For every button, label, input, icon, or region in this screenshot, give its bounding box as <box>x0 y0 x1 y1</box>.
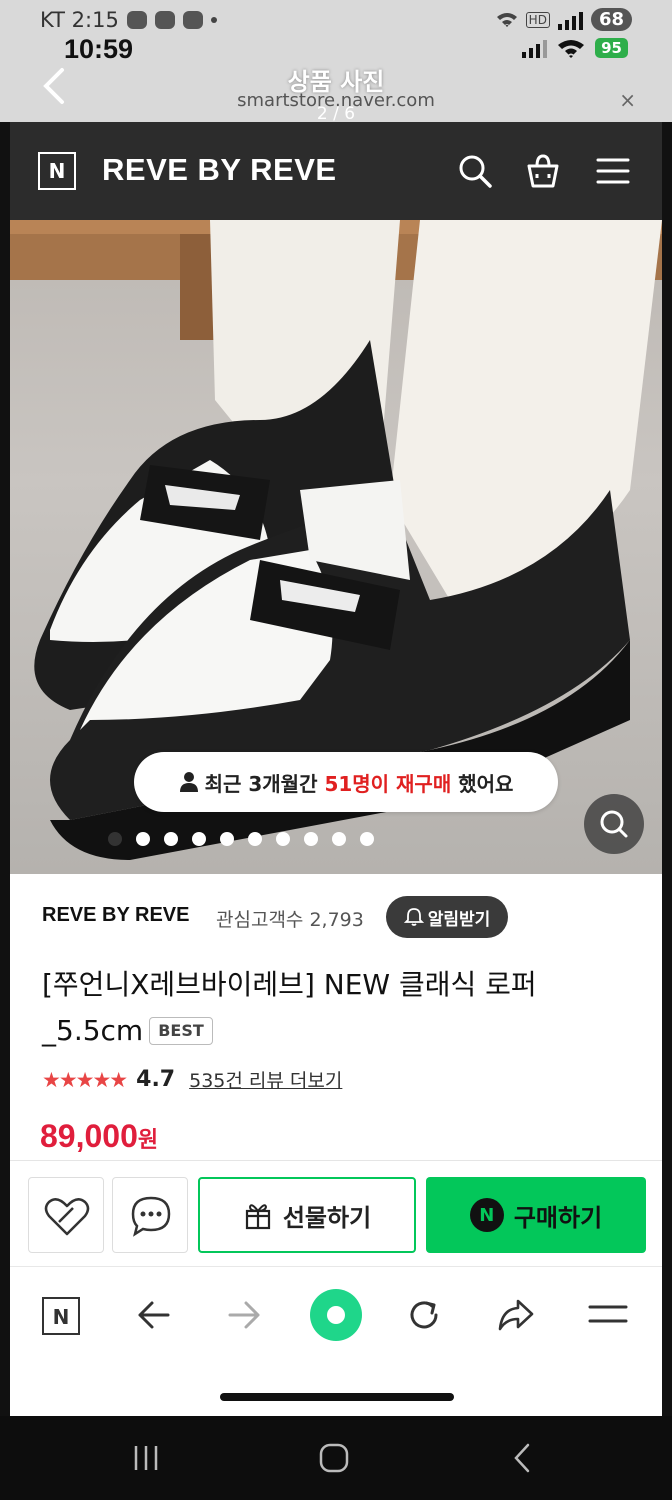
hd-icon: HD <box>525 11 550 28</box>
more-dot-icon <box>210 17 217 23</box>
alarm-button[interactable]: 알림받기 <box>386 896 508 938</box>
outer-carrier-time: KT 2:15 <box>40 8 119 32</box>
viewer-counter: 2 / 6 <box>316 104 356 124</box>
android-back-icon[interactable] <box>504 1440 540 1476</box>
buy-button[interactable]: N 구매하기 <box>426 1177 646 1253</box>
heart-icon <box>44 1198 90 1236</box>
pagination-dot[interactable] <box>304 832 318 846</box>
viewer-title: 상품 사진 <box>287 68 385 96</box>
rating-score: 4.7 <box>136 1067 176 1092</box>
repurchase-highlight: 51명이 재구매 <box>324 771 452 796</box>
pagination-dot[interactable] <box>192 832 206 846</box>
menu-icon[interactable] <box>594 152 632 190</box>
gift-label: 선물하기 <box>282 1203 372 1232</box>
viewer-top-bar: KT 2:15 HD 68 10:59 95 smartstore.naver.… <box>0 0 672 124</box>
pagination-dot[interactable] <box>108 832 122 846</box>
product-price: 89,000원 <box>40 1118 158 1155</box>
zoom-search-icon <box>600 810 628 838</box>
favorite-count: 관심고객수 2,793 <box>216 909 364 931</box>
person-icon <box>179 772 198 792</box>
price-currency: 원 <box>137 1127 159 1152</box>
inner-status-right: 95 <box>522 38 628 58</box>
talk-notification-icon <box>126 11 147 29</box>
pagination-dot[interactable] <box>248 832 262 846</box>
store-header: N REVE BY REVE <box>10 122 662 220</box>
gift-icon <box>245 1204 270 1230</box>
pagination-dot[interactable] <box>136 832 150 846</box>
refresh-icon[interactable] <box>404 1295 444 1335</box>
product-info: REVE BY REVE 관심고객수 2,793 알림받기 [쭈언니X레브바이레… <box>10 874 662 1160</box>
alarm-label: 알림받기 <box>427 909 491 930</box>
wifi-icon <box>496 12 517 27</box>
product-brand[interactable]: REVE BY REVE <box>42 904 189 927</box>
shield-icon <box>182 11 203 29</box>
repurchase-suffix: 했어요 <box>451 771 514 796</box>
reviews-link[interactable]: 535건 리뷰 더보기 <box>189 1066 342 1093</box>
home-indicator[interactable] <box>220 1393 454 1401</box>
buy-label: 구매하기 <box>513 1203 603 1232</box>
bell-plus-icon <box>403 908 424 926</box>
browser-toolbar: N <box>10 1266 662 1416</box>
green-dot-home-icon[interactable] <box>308 1287 364 1343</box>
forward-arrow-icon[interactable] <box>224 1295 264 1335</box>
outer-signal-icon <box>557 10 583 30</box>
rating-stars: ★★★★★ <box>42 1067 128 1092</box>
inner-battery-badge: 95 <box>595 38 628 58</box>
pagination-dot[interactable] <box>360 832 374 846</box>
wishlist-button[interactable] <box>28 1177 104 1253</box>
purchase-action-bar: 선물하기 N 구매하기 <box>10 1160 662 1266</box>
browser-menu-icon[interactable] <box>588 1295 628 1335</box>
gift-button[interactable]: 선물하기 <box>198 1177 416 1253</box>
outer-status-bar: KT 2:15 <box>40 8 217 32</box>
pagination-dot[interactable] <box>164 832 178 846</box>
image-pagination-dots[interactable] <box>10 832 662 846</box>
naver-logo[interactable]: N <box>38 152 76 190</box>
inner-signal-icon <box>522 38 548 58</box>
pagination-dot[interactable] <box>332 832 346 846</box>
product-title-text: [쭈언니X레브바이레브] NEW 클래식 로퍼 _5.5cm <box>42 968 537 1047</box>
screen: KT 2:15 HD 68 10:59 95 smartstore.naver.… <box>0 0 672 1500</box>
naver-home-icon[interactable]: N <box>42 1297 80 1335</box>
home-icon[interactable] <box>316 1440 352 1476</box>
store-brand-name[interactable]: REVE BY REVE <box>102 152 337 188</box>
share-icon[interactable] <box>496 1295 536 1335</box>
inner-time: 10:59 <box>64 34 134 64</box>
repurchase-badge: 최근 3개월간 51명이 재구매 했어요 <box>134 752 558 812</box>
search-icon[interactable] <box>456 152 494 190</box>
rating-row: ★★★★★ 4.7 535건 리뷰 더보기 <box>42 1066 342 1093</box>
outer-status-right: HD 68 <box>496 8 632 31</box>
back-arrow-icon[interactable] <box>134 1295 174 1335</box>
repurchase-prefix: 최근 3개월간 <box>204 771 325 796</box>
chat-bubble-icon <box>131 1196 171 1237</box>
outer-battery-badge: 68 <box>590 8 632 31</box>
screenshot-icon <box>154 11 175 29</box>
price-value: 89,000 <box>40 1118 138 1154</box>
naver-pay-icon: N <box>469 1198 504 1232</box>
zoom-button[interactable] <box>584 794 644 854</box>
chat-button[interactable] <box>112 1177 188 1253</box>
close-icon[interactable]: × <box>619 88 636 112</box>
best-badge: BEST <box>149 1017 213 1045</box>
android-nav-bar <box>0 1416 672 1500</box>
recent-apps-icon[interactable] <box>128 1440 164 1476</box>
cart-icon[interactable] <box>524 152 562 190</box>
pagination-dot[interactable] <box>220 832 234 846</box>
product-image[interactable]: 최근 3개월간 51명이 재구매 했어요 <box>10 220 662 874</box>
product-title: [쭈언니X레브바이레브] NEW 클래식 로퍼 _5.5cm BEST <box>42 962 632 1054</box>
inner-wifi-icon <box>558 40 585 58</box>
pagination-dot[interactable] <box>276 832 290 846</box>
